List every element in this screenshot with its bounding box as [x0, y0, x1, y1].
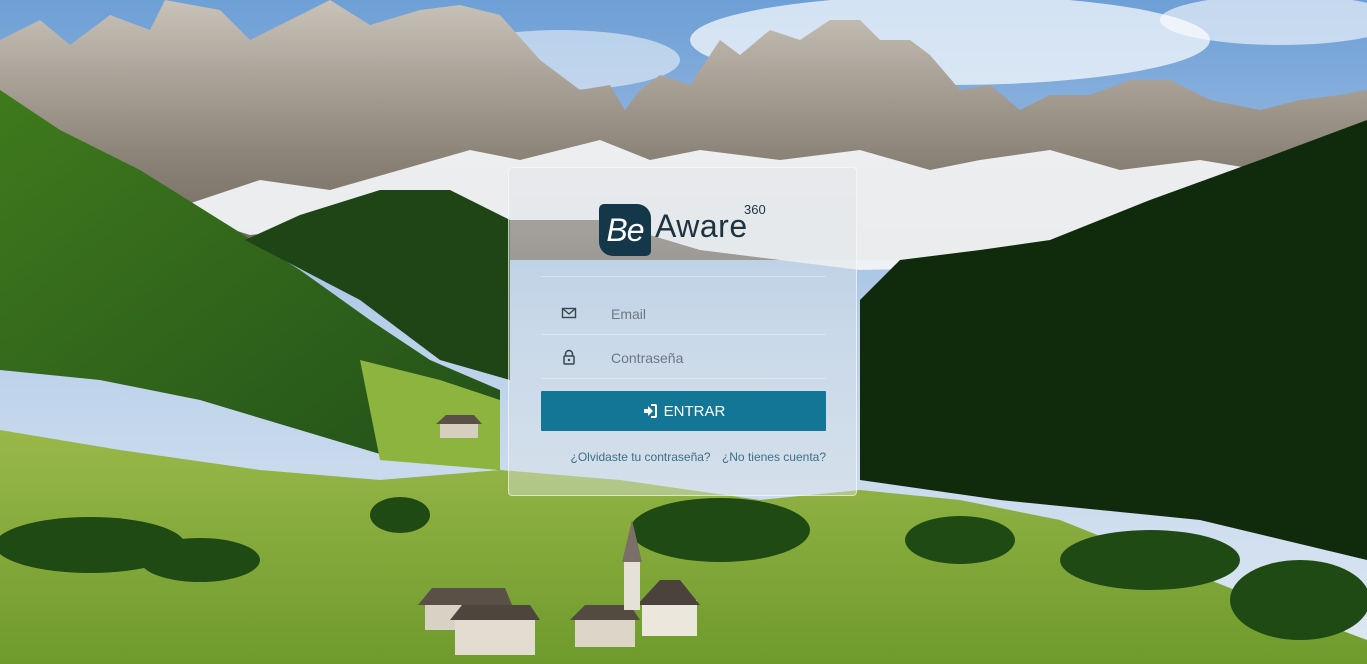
email-field: [541, 291, 826, 335]
forgot-password-link[interactable]: ¿Olvidaste tu contraseña?: [571, 450, 711, 464]
logo-wordmark: Aware: [655, 208, 748, 244]
envelope-icon: [561, 307, 577, 319]
email-input[interactable]: [609, 299, 823, 329]
login-button-label: ENTRAR: [663, 402, 726, 420]
login-card: Be Aware 360 ENTRAR ¿Olvidaste tu contra…: [508, 167, 857, 496]
logo-superscript: 360: [744, 202, 766, 217]
sign-in-icon: [643, 404, 657, 418]
beaware-logo: Be Aware 360: [599, 202, 774, 258]
password-field: [541, 335, 826, 379]
signup-link[interactable]: ¿No tienes cuenta?: [722, 450, 826, 464]
auth-links: ¿Olvidaste tu contraseña? ¿No tienes cue…: [541, 450, 826, 468]
logo-mark: Be: [599, 204, 651, 256]
password-input[interactable]: [609, 343, 823, 373]
login-button[interactable]: ENTRAR: [541, 391, 826, 431]
divider: [541, 276, 826, 277]
lock-icon: [563, 349, 575, 365]
